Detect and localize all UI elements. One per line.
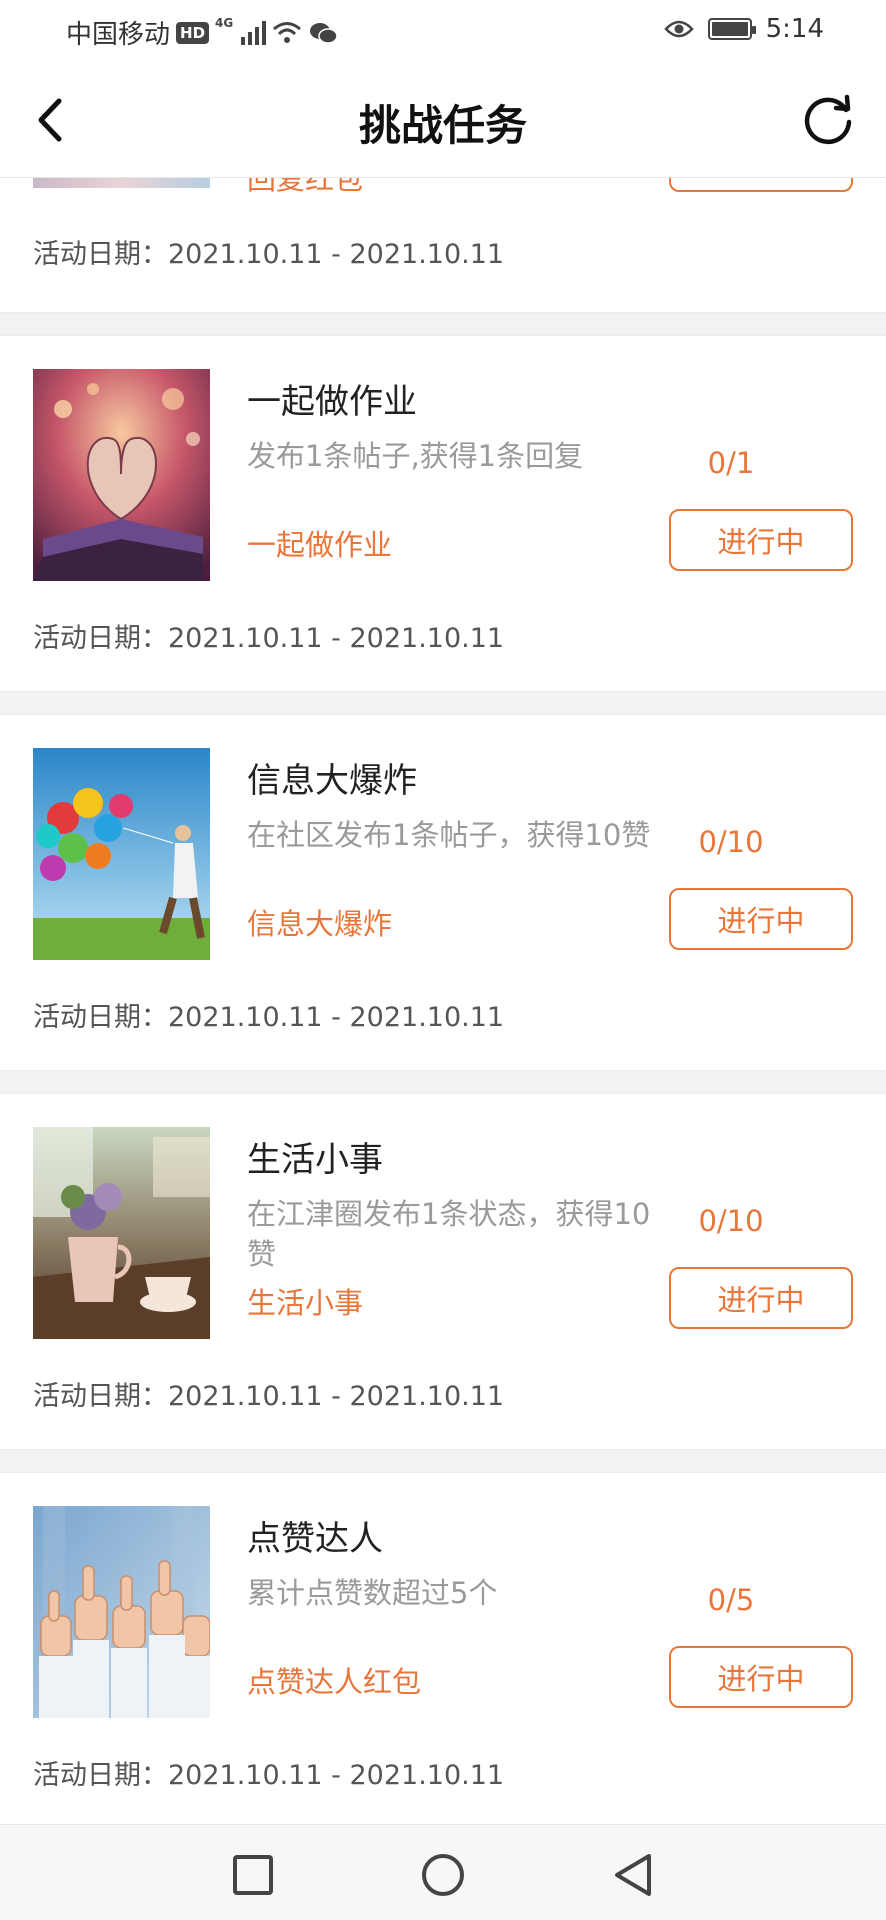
card-divider [0, 1449, 886, 1473]
task-reward: 点赞达人红包 [247, 1665, 422, 1699]
back-button[interactable] [20, 90, 80, 150]
task-card[interactable]: 点赞达人 累计点赞数超过5个 点赞达人红包 0/5 进行中 活动日期：2021.… [0, 1473, 886, 1824]
task-date: 活动日期：2021.10.11 - 2021.10.11 [33, 1002, 505, 1033]
status-bar-right: 5:14 [663, 14, 824, 44]
task-reward: 生活小事 [247, 1286, 364, 1320]
task-title: 信息大爆炸 [247, 761, 417, 801]
task-date: 活动日期：2021.10.11 - 2021.10.11 [33, 1381, 505, 1412]
refresh-button[interactable] [796, 88, 860, 152]
wifi-icon [273, 21, 302, 43]
wechat-icon [310, 22, 338, 44]
task-card-partial[interactable]: 回复红包 活动日期：2021.10.11 - 2021.10.11 [0, 138, 886, 312]
task-status-button[interactable]: 进行中 [669, 888, 853, 950]
task-date: 活动日期：2021.10.11 - 2021.10.11 [33, 1760, 505, 1791]
task-card[interactable]: 一起做作业 发布1条帖子,获得1条回复 一起做作业 0/1 进行中 活动日期：2… [0, 336, 886, 691]
task-description: 在社区发布1条帖子，获得10赞 [247, 818, 651, 852]
task-title: 点赞达人 [247, 1519, 383, 1559]
triangle-back-icon [615, 1854, 651, 1896]
status-bar: 中国移动 HD 4G 5:14 [0, 0, 886, 62]
battery-icon [707, 18, 756, 40]
system-nav-bar [0, 1824, 886, 1920]
task-progress: 0/5 [707, 1583, 755, 1617]
signal-icon [241, 20, 267, 45]
task-card[interactable]: 信息大爆炸 在社区发布1条帖子，获得10赞 信息大爆炸 0/10 进行中 活动日… [0, 715, 886, 1070]
task-thumbnail-book-heart [33, 369, 210, 581]
task-reward: 一起做作业 [247, 528, 393, 562]
task-progress: 0/10 [698, 825, 764, 859]
eye-icon [663, 20, 694, 38]
app-header: 挑战任务 [0, 62, 886, 178]
hd-badge: HD [176, 21, 210, 44]
task-thumbnail-balloons [33, 748, 210, 960]
task-date: 活动日期：2021.10.11 - 2021.10.11 [33, 623, 505, 654]
home-button[interactable] [415, 1847, 471, 1903]
card-divider [0, 312, 886, 336]
task-status-button[interactable]: 进行中 [669, 1646, 853, 1708]
task-thumbnail-thumbs-up [33, 1506, 210, 1718]
chevron-left-icon [38, 98, 62, 142]
task-title: 一起做作业 [247, 382, 417, 422]
square-icon [233, 1855, 273, 1895]
task-progress: 0/1 [707, 446, 755, 480]
status-bar-left: 中国移动 HD 4G [66, 14, 338, 51]
refresh-icon [804, 94, 852, 145]
card-divider [0, 1070, 886, 1094]
task-thumbnail-teapot-flowers [33, 1127, 210, 1339]
task-description: 在江津圈发布1条状态，获得10赞 [247, 1197, 651, 1271]
task-reward: 信息大爆炸 [247, 907, 393, 941]
clock-time: 5:14 [765, 14, 824, 44]
carrier-name: 中国移动 [66, 20, 171, 50]
circle-icon [422, 1854, 464, 1896]
network-type: 4G [215, 16, 234, 30]
task-status-button[interactable]: 进行中 [669, 1267, 853, 1329]
task-description: 累计点赞数超过5个 [247, 1576, 498, 1610]
card-divider [0, 691, 886, 715]
task-list[interactable]: 回复红包 活动日期：2021.10.11 - 2021.10.11 一起做作业 … [0, 0, 886, 1824]
task-card[interactable]: 生活小事 在江津圈发布1条状态，获得10赞 生活小事 0/10 进行中 活动日期… [0, 1094, 886, 1449]
task-description: 发布1条帖子,获得1条回复 [247, 439, 584, 473]
task-status-button[interactable]: 进行中 [669, 509, 853, 571]
task-title: 生活小事 [247, 1140, 383, 1180]
task-date-partial: 活动日期：2021.10.11 - 2021.10.11 [33, 239, 505, 270]
back-nav-button[interactable] [605, 1847, 661, 1903]
recent-apps-button[interactable] [225, 1847, 281, 1903]
page-title: 挑战任务 [358, 101, 527, 150]
task-progress: 0/10 [698, 1204, 764, 1238]
